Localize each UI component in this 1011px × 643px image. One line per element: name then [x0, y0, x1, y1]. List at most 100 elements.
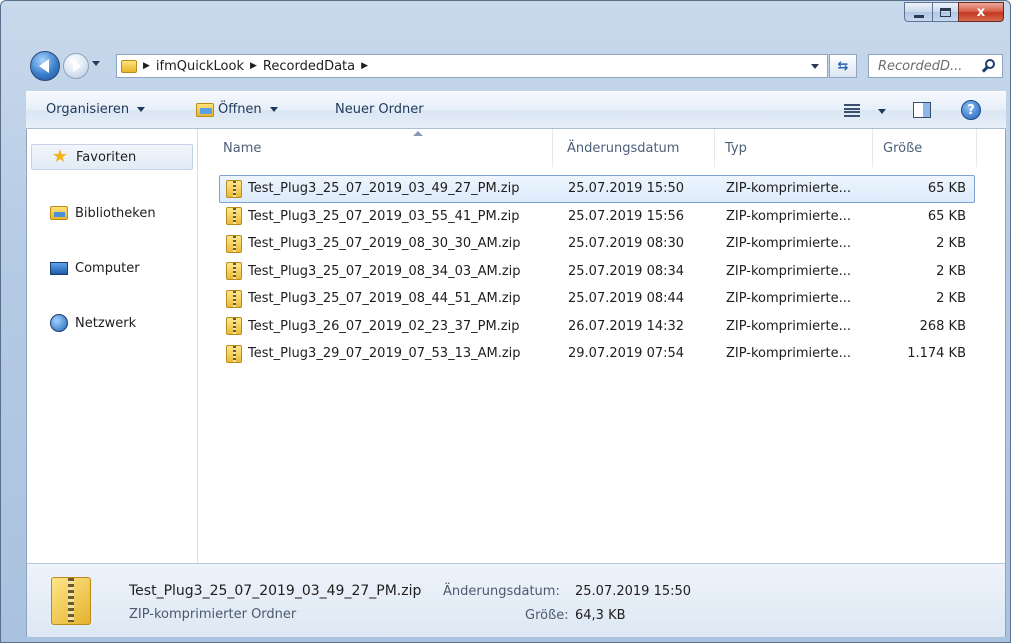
column-header-type[interactable]: Typ — [715, 129, 873, 167]
new-folder-label: Neuer Ordner — [335, 102, 424, 117]
zip-file-icon — [226, 234, 242, 253]
file-name: Test_Plug3_25_07_2019_08_44_51_AM.zip — [248, 291, 521, 307]
file-type: ZIP-komprimierte... — [726, 318, 851, 334]
nav-item-computer[interactable]: Computer — [31, 255, 140, 281]
file-date: 26.07.2019 14:32 — [568, 318, 685, 334]
zip-file-icon — [226, 317, 242, 336]
content-area: ★ Favoriten Bibliotheken Computer Netzwe… — [26, 129, 1006, 563]
maximize-button[interactable] — [932, 2, 958, 22]
file-size: 65 KB — [927, 181, 966, 197]
file-name: Test_Plug3_25_07_2019_08_34_03_AM.zip — [248, 263, 521, 279]
breadcrumb-ifmquicklook[interactable]: ifmQuickLook — [156, 59, 244, 74]
file-date: 25.07.2019 15:50 — [568, 181, 685, 197]
star-icon: ★ — [51, 146, 69, 167]
recent-pages-dropdown[interactable] — [92, 61, 100, 66]
back-button[interactable] — [30, 51, 60, 81]
minimize-button[interactable] — [904, 2, 932, 22]
file-date: 25.07.2019 15:56 — [568, 208, 685, 224]
sort-ascending-icon — [413, 131, 423, 136]
zip-file-icon — [226, 262, 242, 281]
details-size-label: Größe: — [525, 608, 569, 623]
details-file-name: Test_Plug3_25_07_2019_03_49_27_PM.zip — [129, 583, 422, 599]
navigation-pane: ★ Favoriten Bibliotheken Computer Netzwe… — [27, 129, 198, 563]
breadcrumb-separator-icon[interactable]: ▶ — [250, 61, 257, 71]
search-box[interactable]: RecordedD... — [868, 54, 1003, 78]
column-header-date[interactable]: Änderungsdatum — [557, 129, 715, 167]
file-name: Test_Plug3_25_07_2019_08_30_30_AM.zip — [248, 236, 521, 252]
column-header-size[interactable]: Größe — [873, 129, 977, 167]
file-row[interactable]: Test_Plug3_25_07_2019_08_30_30_AM.zip 25.… — [219, 230, 975, 258]
help-glyph: ? — [967, 102, 975, 118]
file-size: 2 KB — [936, 291, 966, 307]
file-name: Test_Plug3_25_07_2019_03_49_27_PM.zip — [248, 181, 520, 197]
zip-file-icon — [226, 207, 242, 226]
file-date: 25.07.2019 08:34 — [568, 263, 685, 279]
forward-button[interactable] — [63, 53, 89, 79]
folder-icon — [121, 59, 137, 73]
file-size: 65 KB — [927, 208, 966, 224]
details-size-value: 64,3 KB — [575, 608, 626, 623]
new-folder-button[interactable]: Neuer Ordner — [335, 102, 424, 117]
navigation-row: ▶ ifmQuickLook ▶ RecordedData ▶ ⇆ Record… — [26, 47, 1006, 83]
column-label: Typ — [725, 140, 747, 156]
help-icon[interactable]: ? — [961, 100, 981, 120]
file-row[interactable]: Test_Plug3_25_07_2019_08_44_51_AM.zip 25.… — [219, 285, 975, 313]
close-button[interactable]: x — [958, 2, 1004, 22]
change-view-icon[interactable] — [844, 104, 860, 117]
file-type: ZIP-komprimierte... — [726, 346, 851, 362]
open-icon — [196, 102, 214, 117]
command-bar: Organisieren Öffnen Neuer Ordner ? — [26, 91, 1006, 129]
nav-item-network[interactable]: Netzwerk — [31, 310, 136, 336]
refresh-icon: ⇆ — [837, 58, 849, 74]
computer-icon — [49, 259, 69, 277]
nav-item-libraries[interactable]: Bibliotheken — [31, 200, 156, 226]
breadcrumb-separator-icon[interactable]: ▶ — [143, 61, 150, 71]
nav-item-label: Computer — [75, 260, 140, 276]
file-type: ZIP-komprimierte... — [726, 291, 851, 307]
caption-buttons: x — [904, 2, 1004, 22]
column-label: Name — [223, 140, 262, 156]
file-row[interactable]: Test_Plug3_25_07_2019_08_34_03_AM.zip 25.… — [219, 258, 975, 286]
zip-file-large-icon — [51, 577, 91, 625]
details-file-type: ZIP-komprimierter Ordner — [129, 607, 297, 622]
zip-file-icon — [226, 344, 242, 363]
file-row[interactable]: Test_Plug3_29_07_2019_07_53_13_AM.zip 29.… — [219, 340, 975, 368]
window-frame: x ▶ ifmQuickLook ▶ RecordedData ▶ ⇆ Reco… — [0, 0, 1011, 643]
breadcrumb-recordeddata[interactable]: RecordedData — [263, 59, 355, 74]
chevron-down-icon — [269, 107, 278, 112]
column-header-name[interactable]: Name — [213, 129, 553, 167]
column-label: Änderungsdatum — [567, 140, 680, 156]
zip-file-icon — [226, 289, 242, 308]
file-row[interactable]: Test_Plug3_26_07_2019_02_23_37_PM.zip 26.… — [219, 313, 975, 341]
preview-pane-icon[interactable] — [913, 102, 931, 118]
address-bar[interactable]: ▶ ifmQuickLook ▶ RecordedData ▶ — [116, 54, 828, 78]
file-row[interactable]: Test_Plug3_25_07_2019_03_49_27_PM.zip 25.… — [219, 175, 975, 203]
open-button[interactable]: Öffnen — [196, 102, 278, 117]
details-date-label: Änderungsdatum: — [443, 584, 560, 599]
file-type: ZIP-komprimierte... — [726, 208, 851, 224]
forward-arrow-icon — [73, 60, 81, 72]
column-label: Größe — [883, 140, 923, 156]
file-type: ZIP-komprimierte... — [726, 263, 851, 279]
address-dropdown-icon[interactable] — [811, 64, 819, 69]
network-icon — [49, 314, 69, 332]
file-row[interactable]: Test_Plug3_25_07_2019_03_55_41_PM.zip 25.… — [219, 203, 975, 231]
details-date-value: 25.07.2019 15:50 — [575, 584, 692, 599]
nav-item-label: Netzwerk — [75, 315, 137, 331]
back-arrow-icon — [39, 59, 49, 73]
search-icon[interactable] — [980, 57, 998, 75]
nav-item-label: Bibliotheken — [75, 205, 156, 221]
file-size: 2 KB — [936, 236, 966, 252]
file-size: 2 KB — [936, 263, 966, 279]
minimize-icon — [913, 14, 924, 18]
file-type: ZIP-komprimierte... — [726, 181, 851, 197]
breadcrumb-separator-icon[interactable]: ▶ — [361, 61, 368, 71]
nav-item-favorites[interactable]: ★ Favoriten — [31, 144, 193, 170]
search-input[interactable]: RecordedD... — [878, 59, 980, 74]
view-options-chevron-icon[interactable] — [878, 109, 886, 114]
refresh-button[interactable]: ⇆ — [829, 54, 857, 78]
organize-menu[interactable]: Organisieren — [46, 102, 146, 117]
file-type: ZIP-komprimierte... — [726, 236, 851, 252]
close-icon: x — [976, 4, 986, 20]
file-size: 1.174 KB — [907, 346, 966, 362]
